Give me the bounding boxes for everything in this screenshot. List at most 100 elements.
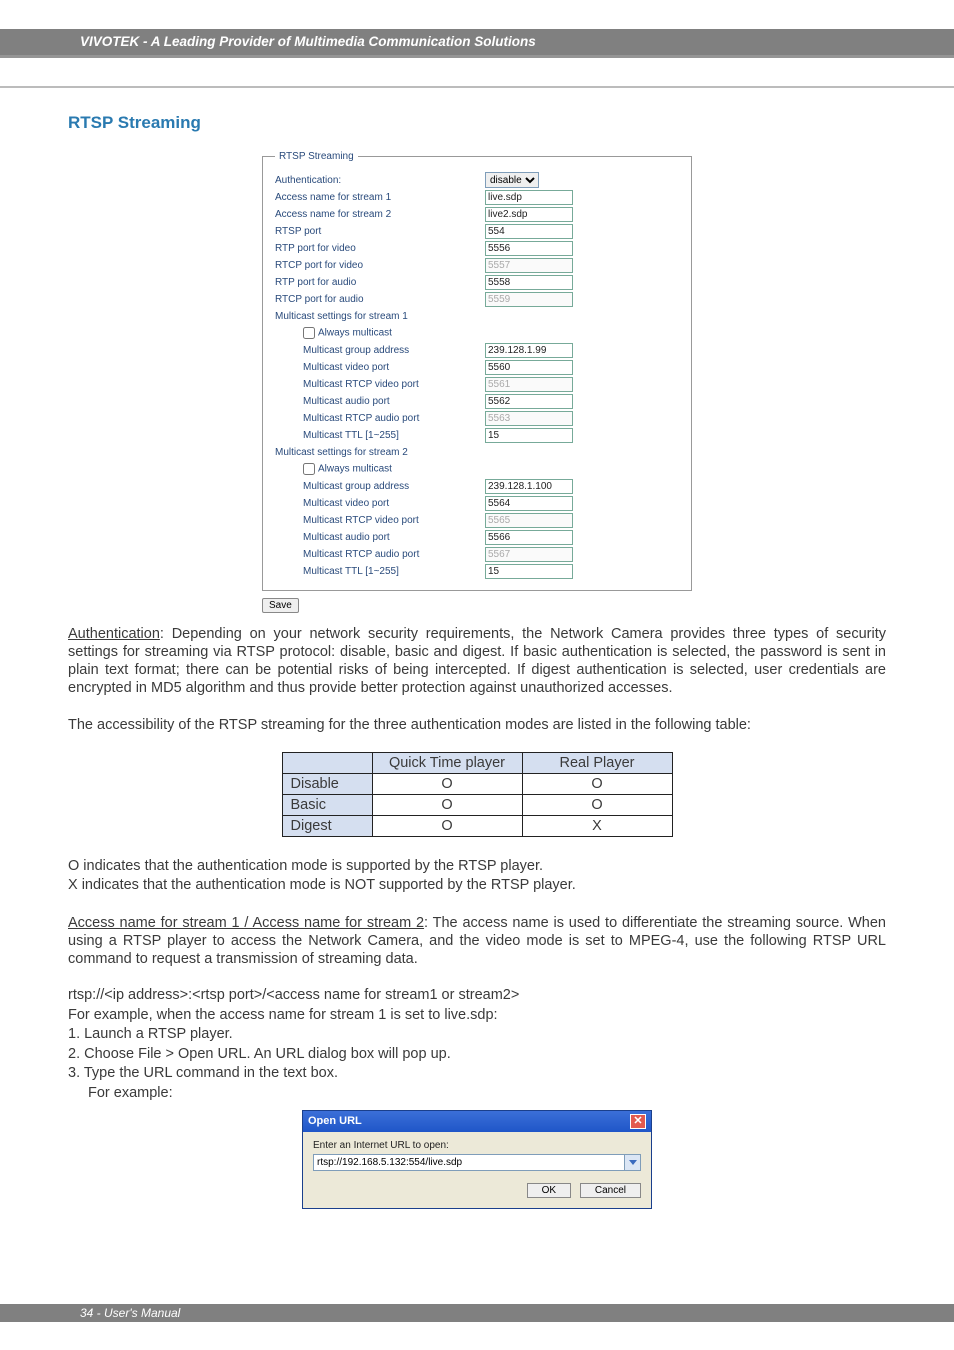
rtsp-port-input[interactable]: [485, 224, 573, 239]
header-brand: VIVOTEK - A Leading Provider of Multimed…: [0, 29, 954, 55]
table-cell: O: [372, 773, 522, 794]
rtcp-video-input[interactable]: [485, 258, 573, 273]
mc2-audio-input[interactable]: [485, 530, 573, 545]
always-mc1-row: Always multicast: [275, 327, 485, 339]
access1-label: Access name for stream 1: [275, 192, 485, 203]
fieldset-legend: RTSP Streaming: [275, 151, 358, 162]
auth-table-col1: Quick Time player: [372, 752, 522, 773]
mc1-header: Multicast settings for stream 1: [275, 311, 485, 322]
mc2-ttl-input[interactable]: [485, 564, 573, 579]
table-cell: O: [522, 794, 672, 815]
para-access-lead: Access name for stream 1 / Access name f…: [68, 915, 424, 931]
legend-o: O indicates that the authentication mode…: [68, 857, 886, 877]
url-input[interactable]: [313, 1154, 625, 1171]
always-mc2-label: Always multicast: [318, 464, 392, 475]
mc1-audio-label: Multicast audio port: [275, 396, 485, 407]
legend-x: X indicates that the authentication mode…: [68, 876, 886, 896]
auth-label: Authentication:: [275, 175, 485, 186]
access1-input[interactable]: [485, 190, 573, 205]
rtp-video-label: RTP port for video: [275, 243, 485, 254]
auth-table: Quick Time player Real Player Disable O …: [282, 752, 673, 837]
url-syntax: rtsp://<ip address>:<rtsp port>/<access …: [68, 986, 886, 1006]
access2-label: Access name for stream 2: [275, 209, 485, 220]
mc2-rtcp-video-input[interactable]: [485, 513, 573, 528]
rtcp-audio-input[interactable]: [485, 292, 573, 307]
cancel-button[interactable]: Cancel: [580, 1183, 641, 1198]
legend-lines: O indicates that the authentication mode…: [68, 857, 886, 896]
para-auth-rest: : Depending on your network security req…: [68, 626, 886, 696]
mc2-group-input[interactable]: [485, 479, 573, 494]
dialog-titlebar: Open URL ✕: [303, 1111, 651, 1132]
mc2-group-label: Multicast group address: [275, 481, 485, 492]
always-mc1-checkbox[interactable]: [303, 327, 315, 339]
table-cell: O: [522, 773, 672, 794]
rtcp-audio-label: RTCP port for audio: [275, 294, 485, 305]
dropdown-button[interactable]: [625, 1154, 641, 1171]
section-title: RTSP Streaming: [68, 113, 886, 133]
chevron-down-icon: [629, 1160, 637, 1165]
mc2-video-label: Multicast video port: [275, 498, 485, 509]
row-header: Digest: [282, 815, 372, 836]
table-cell: O: [372, 815, 522, 836]
rtp-video-input[interactable]: [485, 241, 573, 256]
mc1-rtcp-video-input[interactable]: [485, 377, 573, 392]
mc1-ttl-input[interactable]: [485, 428, 573, 443]
auth-table-corner: [282, 752, 372, 773]
table-cell: O: [372, 794, 522, 815]
example-intro: For example, when the access name for st…: [68, 1006, 886, 1026]
mc1-video-label: Multicast video port: [275, 362, 485, 373]
dialog-title: Open URL: [308, 1115, 362, 1127]
footer-text: 34 - User's Manual: [0, 1304, 954, 1322]
page-header: VIVOTEK - A Leading Provider of Multimed…: [0, 0, 954, 58]
rtp-audio-label: RTP port for audio: [275, 277, 485, 288]
mc2-rtcp-audio-label: Multicast RTCP audio port: [275, 549, 485, 560]
row-header: Disable: [282, 773, 372, 794]
para-authentication: Authentication: Depending on your networ…: [68, 625, 886, 698]
rtcp-video-label: RTCP port for video: [275, 260, 485, 271]
mc2-video-input[interactable]: [485, 496, 573, 511]
table-cell: X: [522, 815, 672, 836]
step-3b: For example:: [68, 1084, 886, 1104]
open-url-dialog-wrap: Open URL ✕ Enter an Internet URL to open…: [68, 1110, 886, 1209]
open-url-dialog: Open URL ✕ Enter an Internet URL to open…: [302, 1110, 652, 1209]
example-block: rtsp://<ip address>:<rtsp port>/<access …: [68, 986, 886, 1103]
mc2-audio-label: Multicast audio port: [275, 532, 485, 543]
para-accessibility: The accessibility of the RTSP streaming …: [68, 716, 886, 734]
table-row: Disable O O: [282, 773, 672, 794]
mc2-ttl-label: Multicast TTL [1~255]: [275, 566, 485, 577]
mc2-header: Multicast settings for stream 2: [275, 447, 485, 458]
step-1: 1. Launch a RTSP player.: [68, 1025, 886, 1045]
ok-button[interactable]: OK: [527, 1183, 571, 1198]
mc1-group-label: Multicast group address: [275, 345, 485, 356]
mc1-ttl-label: Multicast TTL [1~255]: [275, 430, 485, 441]
step-2: 2. Choose File > Open URL. An URL dialog…: [68, 1045, 886, 1065]
mc2-rtcp-audio-input[interactable]: [485, 547, 573, 562]
mc1-group-input[interactable]: [485, 343, 573, 358]
access2-input[interactable]: [485, 207, 573, 222]
always-mc1-label: Always multicast: [318, 328, 392, 339]
always-mc2-row: Always multicast: [275, 463, 485, 475]
page-footer: 34 - User's Manual: [0, 1304, 954, 1322]
save-button[interactable]: Save: [262, 598, 299, 613]
mc1-rtcp-video-label: Multicast RTCP video port: [275, 379, 485, 390]
close-icon[interactable]: ✕: [630, 1114, 646, 1129]
mc1-video-input[interactable]: [485, 360, 573, 375]
table-row: Basic O O: [282, 794, 672, 815]
dialog-prompt: Enter an Internet URL to open:: [313, 1140, 641, 1151]
row-header: Basic: [282, 794, 372, 815]
mc2-rtcp-video-label: Multicast RTCP video port: [275, 515, 485, 526]
mc1-rtcp-audio-input[interactable]: [485, 411, 573, 426]
auth-select[interactable]: disable: [485, 172, 539, 188]
auth-table-col2: Real Player: [522, 752, 672, 773]
rtsp-port-label: RTSP port: [275, 226, 485, 237]
para-auth-lead: Authentication: [68, 626, 160, 642]
always-mc2-checkbox[interactable]: [303, 463, 315, 475]
rtp-audio-input[interactable]: [485, 275, 573, 290]
table-row: Digest O X: [282, 815, 672, 836]
rtsp-fieldset: RTSP Streaming Authentication: disable A…: [262, 151, 692, 591]
mc1-rtcp-audio-label: Multicast RTCP audio port: [275, 413, 485, 424]
mc1-audio-input[interactable]: [485, 394, 573, 409]
para-access-name: Access name for stream 1 / Access name f…: [68, 914, 886, 968]
config-screenshot: RTSP Streaming Authentication: disable A…: [68, 151, 886, 613]
step-3: 3. Type the URL command in the text box.: [68, 1064, 886, 1084]
